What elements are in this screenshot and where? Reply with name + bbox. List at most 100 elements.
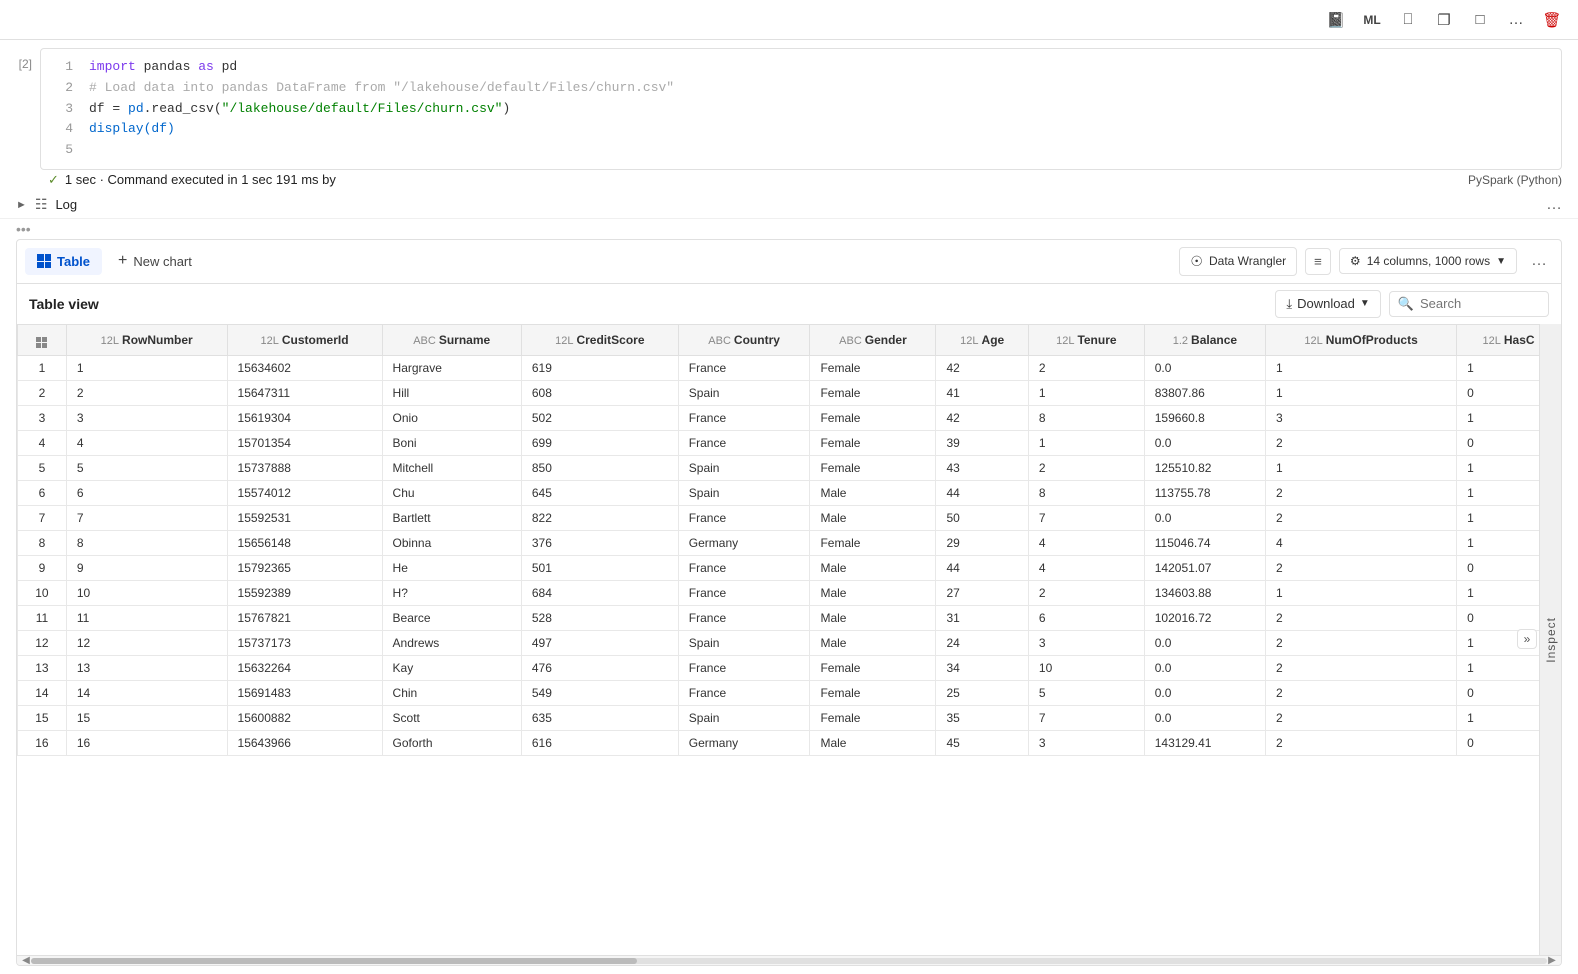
monitor-icon[interactable]: ⎕ [1394,6,1422,34]
horizontal-scrollbar[interactable]: ◀ ▶ [17,955,1561,965]
data-wrangler-button[interactable]: ☉ Data Wrangler [1179,247,1297,276]
inspect-panel[interactable]: Inspect [1539,324,1561,955]
table-cell: H? [382,580,521,605]
table-cell: Boni [382,430,521,455]
search-input[interactable] [1420,296,1540,311]
comment-icon[interactable]: □ [1466,6,1494,34]
delete-icon[interactable]: 🗑 [1538,6,1566,34]
code-line-1: 1 import pandas as pd [41,57,1561,78]
table-cell: 2 [1028,580,1144,605]
table-cell: 699 [521,430,678,455]
row-index: 11 [18,605,67,630]
table-cell: 24 [936,630,1028,655]
row-index: 15 [18,705,67,730]
scrollbar-track [31,958,1547,964]
row-index: 12 [18,630,67,655]
table-cell: 2 [1266,605,1457,630]
table-cell: 102016.72 [1144,605,1265,630]
table-cell: 39 [936,430,1028,455]
table-cell: 822 [521,505,678,530]
table-cell: Spain [678,455,810,480]
download-button[interactable]: ⤓ Download ▼ [1275,290,1380,318]
row-index: 6 [18,480,67,505]
table-cell: He [382,555,521,580]
tab-table[interactable]: Table [25,248,102,275]
tab-new-chart-label: New chart [133,254,192,269]
tab-new-chart[interactable]: + New chart [106,246,204,276]
table-cell: 15691483 [227,680,382,705]
table-cell: 0.0 [1144,655,1265,680]
table-view-title: Table view [29,296,99,312]
table-cell: Obinna [382,530,521,555]
table-cell: 7 [66,505,227,530]
table-cell: Mitchell [382,455,521,480]
ml-icon[interactable]: ML [1358,6,1386,34]
th-rownumber: 12LRowNumber [66,324,227,355]
table-row: 141415691483Chin549FranceFemale2550.020 [18,680,1561,705]
table-cell: France [678,555,810,580]
more-icon[interactable]: … [1502,6,1530,34]
table-cell: Spain [678,630,810,655]
table-cell: 12 [66,630,227,655]
output-more-button[interactable]: … [1525,248,1553,274]
table-cell: 10 [1028,655,1144,680]
table-cell: 2 [1266,430,1457,455]
code-block: 1 import pandas as pd 2 # Load data into… [41,49,1561,169]
col-info-button[interactable]: ⚙ 14 columns, 1000 rows ▼ [1339,248,1517,274]
table-row: 7715592531Bartlett822FranceMale5070.021 [18,505,1561,530]
table-cell: 6 [66,480,227,505]
table-cell: 13 [66,655,227,680]
scroll-left-arrow[interactable]: ◀ [21,955,31,966]
table-container[interactable]: 12LRowNumber 12LCustomerId ABCSurname 12… [17,324,1561,955]
table-cell: Hargrave [382,355,521,380]
table-cell: Onio [382,405,521,430]
copy-icon[interactable]: ❐ [1430,6,1458,34]
row-index: 1 [18,355,67,380]
table-cell: 16 [66,730,227,755]
row-index: 9 [18,555,67,580]
table-cell: 1 [66,355,227,380]
table-cell: Male [810,605,936,630]
table-cell: 501 [521,555,678,580]
th-country: ABCCountry [678,324,810,355]
row-index: 4 [18,430,67,455]
filter-button[interactable]: ≡ [1305,248,1331,275]
runtime-label: PySpark (Python) [1468,173,1562,187]
code-line-5: 5 [41,140,1561,161]
table-cell: 1 [1266,580,1457,605]
log-chevron-icon: ► [16,199,27,211]
main-area: [2] 1 import pandas as pd 2 # Load data … [0,40,1578,974]
table-cell: 1 [1266,355,1457,380]
download-chevron-icon: ▼ [1360,298,1370,309]
log-more-icon[interactable]: … [1546,196,1562,214]
table-cell: Goforth [382,730,521,755]
table-cell: France [678,430,810,455]
tab-table-label: Table [57,254,90,269]
scrollbar-thumb [31,958,637,964]
row-index: 8 [18,530,67,555]
table-cell: 45 [936,730,1028,755]
log-label: Log [55,197,77,212]
table-cell: 2 [66,380,227,405]
table-cell: France [678,405,810,430]
table-cell: 0.0 [1144,630,1265,655]
table-cell: 43 [936,455,1028,480]
table-cell: 15792365 [227,555,382,580]
th-gender: ABCGender [810,324,936,355]
table-cell: 2 [1266,680,1457,705]
table-cell: Female [810,655,936,680]
table-cell: Female [810,705,936,730]
table-row: 131315632264Kay476FranceFemale34100.021 [18,655,1561,680]
table-cell: 42 [936,355,1028,380]
log-row[interactable]: ► ☷ Log … [0,192,1578,219]
table-cell: Female [810,680,936,705]
log-table-icon: ☷ [35,196,48,213]
row-index: 16 [18,730,67,755]
table-cell: Female [810,430,936,455]
table-cell: 1 [1028,380,1144,405]
scroll-right-arrow[interactable]: ▶ [1547,955,1557,966]
collapse-button[interactable]: » [1517,629,1537,649]
table-row: 9915792365He501FranceMale444142051.0720 [18,555,1561,580]
row-index: 7 [18,505,67,530]
notebook-icon[interactable]: 📓 [1322,6,1350,34]
